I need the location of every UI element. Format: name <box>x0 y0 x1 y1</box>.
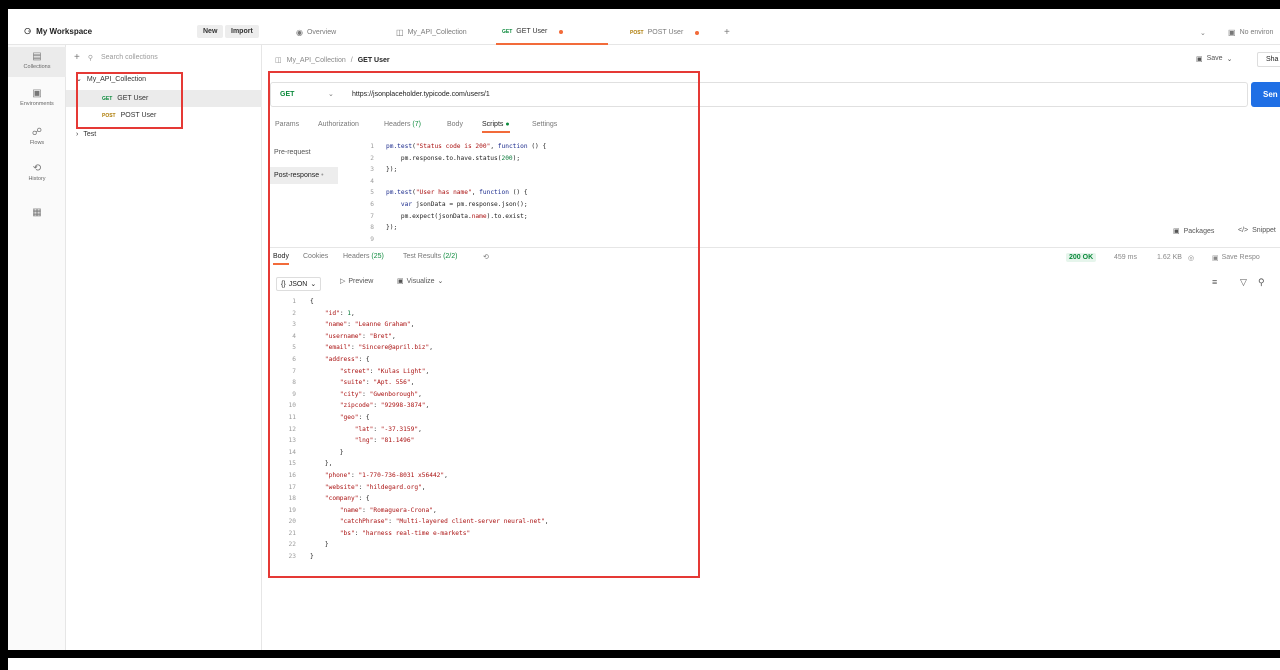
response-size: 1.62 KB <box>1157 254 1182 261</box>
rail-collections[interactable]: ▤ Collections <box>8 47 66 77</box>
import-button[interactable]: Import <box>225 25 259 38</box>
rail-history[interactable]: ⟲ History <box>8 163 66 182</box>
tab-post-user[interactable]: POST POST User <box>624 20 705 45</box>
save-button[interactable]: ▣ Save ⌄ <box>1196 55 1232 63</box>
frame-border-top <box>0 0 1280 9</box>
packages-button[interactable]: ▣ Packages <box>1173 227 1214 236</box>
history-icon: ⟲ <box>32 163 42 174</box>
plus-icon: + <box>724 27 730 38</box>
collection-icon: ◫ <box>396 28 404 37</box>
package-icon: ▣ <box>1173 228 1180 235</box>
chevron-down-icon: ⌄ <box>1200 29 1206 37</box>
breadcrumb: ◫ My_API_Collection / GET User <box>275 56 390 65</box>
tab-get-user[interactable]: GET GET User <box>496 20 608 45</box>
send-button[interactable]: Sen <box>1251 82 1280 107</box>
rail-configure[interactable]: ▦ <box>8 207 66 220</box>
workspace-title[interactable]: ⚆ My Workspace <box>24 27 92 36</box>
highlight-box-sidebar <box>76 72 183 129</box>
environment-icon: ▣ <box>1228 28 1236 37</box>
sidebar-toolbar: + ⚲ Search collections <box>74 52 158 63</box>
filter-icon[interactable]: ▽ <box>1240 277 1247 288</box>
status-badge: 200 OK <box>1066 253 1097 262</box>
environment-selector[interactable]: ▣ No environ <box>1222 20 1279 45</box>
save-icon: ▣ <box>1196 56 1203 63</box>
rail-flows[interactable]: ☍ Flows <box>8 127 66 146</box>
frame-margin-bottom <box>0 658 1280 670</box>
overview-icon: ◉ <box>296 28 303 37</box>
save-icon: ▣ <box>1212 255 1219 262</box>
search-icon: ⚲ <box>87 54 93 62</box>
new-tab-button[interactable]: + <box>718 20 736 45</box>
wrap-icon[interactable]: ≡ <box>1212 277 1217 287</box>
tab-overview[interactable]: ◉ Overview <box>290 20 342 45</box>
search-input[interactable]: Search collections <box>101 54 158 61</box>
page-title: GET User <box>357 56 390 64</box>
sidebar-item-test[interactable]: › Test <box>76 131 96 138</box>
frame-border-left <box>0 0 8 670</box>
rail-environments[interactable]: ▣ Environments <box>8 88 66 107</box>
flows-icon: ☍ <box>31 127 43 138</box>
grid-icon: ▦ <box>32 207 42 218</box>
env-dropdown-chevron[interactable]: ⌄ <box>1194 20 1212 45</box>
collection-icon: ◫ <box>275 57 282 64</box>
chevron-right-icon: › <box>76 131 79 138</box>
chevron-down-icon: ⌄ <box>1226 56 1233 63</box>
save-response-button[interactable]: ▣ Save Respo <box>1212 254 1260 262</box>
share-button[interactable]: Sha <box>1257 52 1280 67</box>
tab-collection[interactable]: ◫ My_API_Collection <box>390 20 473 45</box>
new-button[interactable]: New <box>197 25 224 38</box>
unsaved-dot <box>695 30 700 35</box>
collections-icon: ▤ <box>32 51 42 62</box>
response-time: 459 ms <box>1114 254 1137 261</box>
unsaved-dot <box>559 29 564 34</box>
search-icon[interactable]: ⚲ <box>1258 277 1265 288</box>
globe-icon[interactable]: ◎ <box>1188 254 1194 262</box>
workspace-icon: ⚆ <box>24 27 32 36</box>
highlight-box-request <box>268 71 700 578</box>
snippets-button[interactable]: </> Snippet <box>1238 227 1276 234</box>
add-collection-icon[interactable]: + <box>74 52 80 63</box>
environments-icon: ▣ <box>32 88 42 99</box>
code-icon: </> <box>1238 227 1249 234</box>
